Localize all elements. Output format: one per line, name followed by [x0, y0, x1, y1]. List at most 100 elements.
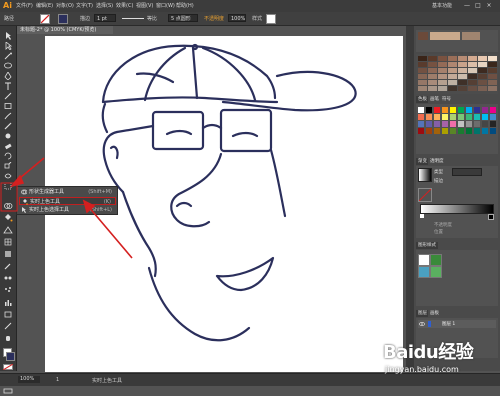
palette-cell[interactable]: [418, 56, 427, 61]
swatch-cell[interactable]: [474, 107, 480, 113]
swatch-cell[interactable]: [442, 107, 448, 113]
palette-cell[interactable]: [488, 62, 497, 67]
swatch-cell[interactable]: [482, 121, 488, 127]
palette-cell[interactable]: [458, 62, 467, 67]
swatch-cell[interactable]: [426, 121, 432, 127]
tab-transparency[interactable]: 透明度: [428, 158, 446, 165]
palette-cell[interactable]: [428, 80, 437, 85]
swatch-cell[interactable]: [418, 121, 424, 127]
palette-cell[interactable]: [468, 62, 477, 67]
palette-cell[interactable]: [438, 56, 447, 61]
palette-cell[interactable]: [458, 56, 467, 61]
eye-icon[interactable]: [419, 321, 425, 327]
artboard-number[interactable]: 1: [56, 377, 59, 383]
gradient-type-dropdown[interactable]: [452, 168, 482, 176]
palette-cell[interactable]: [478, 86, 487, 91]
gradient-stop-start[interactable]: [420, 214, 424, 218]
swatch-cell[interactable]: [490, 107, 496, 113]
palette-cell[interactable]: [448, 62, 457, 67]
gradient-stop-end[interactable]: [488, 214, 494, 220]
palette-cell[interactable]: [438, 86, 447, 91]
palette-cell[interactable]: [428, 56, 437, 61]
swatch-cell[interactable]: [442, 128, 448, 134]
swatch-cell[interactable]: [418, 128, 424, 134]
palette-cell[interactable]: [478, 74, 487, 79]
palette-cell[interactable]: [428, 68, 437, 73]
palette-cell[interactable]: [448, 56, 457, 61]
tab-artboards[interactable]: 画板: [428, 310, 441, 317]
swatch-cell[interactable]: [458, 121, 464, 127]
palette-cell[interactable]: [458, 68, 467, 73]
swatch-cell[interactable]: [466, 114, 472, 120]
swatch-cell[interactable]: [490, 121, 496, 127]
zoom-field[interactable]: 100%: [18, 376, 40, 383]
layer-name[interactable]: 图层 1: [442, 321, 455, 327]
guide-swatch[interactable]: [430, 32, 460, 40]
palette-cell[interactable]: [478, 56, 487, 61]
palette-cell[interactable]: [488, 80, 497, 85]
swatch-cell[interactable]: [450, 114, 456, 120]
swatch-cell[interactable]: [426, 114, 432, 120]
guide-swatch[interactable]: [462, 32, 480, 40]
swatch-cell[interactable]: [466, 128, 472, 134]
palette-cell[interactable]: [478, 80, 487, 85]
palette-cell[interactable]: [488, 56, 497, 61]
swatch-cell[interactable]: [442, 114, 448, 120]
swatch-cell[interactable]: [418, 114, 424, 120]
swatch-cell[interactable]: [418, 107, 424, 113]
swatch-cell[interactable]: [482, 114, 488, 120]
swatch-cell[interactable]: [474, 128, 480, 134]
palette-cell[interactable]: [488, 68, 497, 73]
palette-cell[interactable]: [458, 86, 467, 91]
palette-cell[interactable]: [478, 62, 487, 67]
graphic-style-4[interactable]: [430, 266, 442, 278]
palette-cell[interactable]: [458, 74, 467, 79]
palette-cell[interactable]: [448, 80, 457, 85]
palette-cell[interactable]: [438, 74, 447, 79]
swatch-cell[interactable]: [482, 128, 488, 134]
swatch-cell[interactable]: [474, 114, 480, 120]
swatch-cell[interactable]: [450, 128, 456, 134]
palette-cell[interactable]: [418, 62, 427, 67]
palette-cell[interactable]: [478, 68, 487, 73]
palette-cell[interactable]: [438, 80, 447, 85]
palette-cell[interactable]: [418, 68, 427, 73]
swatch-cell[interactable]: [434, 128, 440, 134]
swatch-cell[interactable]: [434, 114, 440, 120]
palette-cell[interactable]: [488, 74, 497, 79]
tab-graphic-styles[interactable]: 图形样式: [416, 242, 438, 249]
swatch-cell[interactable]: [434, 107, 440, 113]
palette-cell[interactable]: [468, 86, 477, 91]
palette-cell[interactable]: [428, 86, 437, 91]
tab-symbols[interactable]: 符号: [440, 96, 453, 103]
palette-cell[interactable]: [468, 74, 477, 79]
palette-cell[interactable]: [468, 80, 477, 85]
palette-cell[interactable]: [438, 68, 447, 73]
gradient-thumbnail[interactable]: [418, 168, 432, 182]
palette-cell[interactable]: [418, 74, 427, 79]
swatch-cell[interactable]: [490, 128, 496, 134]
palette-cell[interactable]: [438, 62, 447, 67]
graphic-style-3[interactable]: [418, 266, 430, 278]
palette-cell[interactable]: [468, 56, 477, 61]
palette-cell[interactable]: [428, 62, 437, 67]
palette-cell[interactable]: [488, 86, 497, 91]
palette-cell[interactable]: [448, 86, 457, 91]
swatch-cell[interactable]: [466, 121, 472, 127]
swatch-cell[interactable]: [458, 107, 464, 113]
swatch-cell[interactable]: [466, 107, 472, 113]
guide-swatch[interactable]: [418, 32, 428, 40]
palette-cell[interactable]: [418, 80, 427, 85]
graphic-style-default[interactable]: [418, 254, 430, 266]
palette-cell[interactable]: [468, 68, 477, 73]
gradient-slider[interactable]: [420, 204, 494, 214]
swatch-cell[interactable]: [434, 121, 440, 127]
swatch-cell[interactable]: [442, 121, 448, 127]
swatch-cell[interactable]: [490, 114, 496, 120]
swatch-cell[interactable]: [426, 128, 432, 134]
swatch-cell[interactable]: [474, 121, 480, 127]
graphic-style-2[interactable]: [430, 254, 442, 266]
swatch-cell[interactable]: [426, 107, 432, 113]
swatch-cell[interactable]: [450, 107, 456, 113]
screen-mode-icon[interactable]: [3, 388, 13, 394]
